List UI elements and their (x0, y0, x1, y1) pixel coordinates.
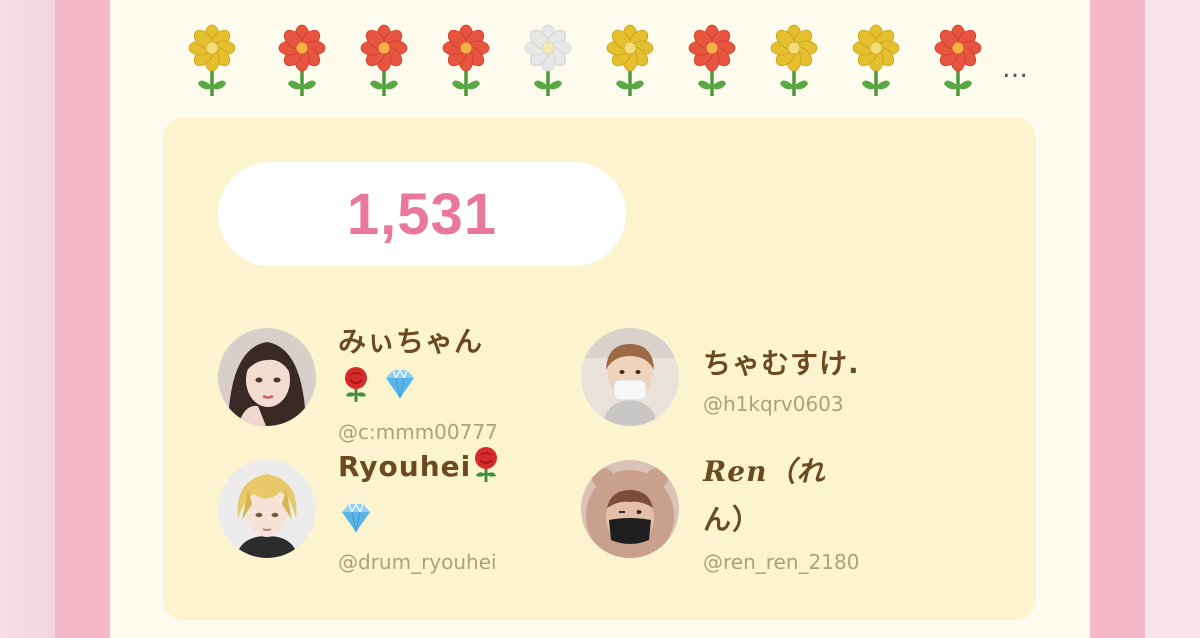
red-flower-icon (356, 22, 412, 102)
red-flower-icon (438, 22, 494, 102)
more-indicator[interactable]: … (1002, 54, 1030, 84)
user-handle[interactable]: @drum_ryouhei (338, 550, 497, 574)
user-card[interactable]: みぃちゃん @c:mmm00777 (218, 320, 538, 450)
user-name: ちゃむすけ. (703, 347, 860, 380)
rose-icon (338, 364, 374, 404)
badge-row (338, 364, 418, 404)
avatar[interactable] (218, 328, 316, 426)
page-background: … 1,531 みぃちゃん @c:mmm00777 ちゃむすけ. @h1kqrv… (0, 0, 1200, 638)
user-handle[interactable]: @c:mmm00777 (338, 420, 498, 444)
user-name-line2: ん） (703, 503, 762, 536)
white-flower-icon (520, 22, 576, 102)
user-card[interactable]: Ren（れ ん） @ren_ren_2180 (581, 450, 901, 580)
yellow-flower-icon (602, 22, 658, 102)
user-card[interactable]: ちゃむすけ. @h1kqrv0603 (581, 320, 901, 430)
user-name: みぃちゃん (338, 325, 484, 358)
avatar[interactable] (581, 460, 679, 558)
count-value: 1,531 (346, 181, 498, 247)
rose-icon (468, 444, 504, 484)
yellow-flower-icon (766, 22, 822, 102)
gem-icon (338, 498, 374, 538)
count-pill: 1,531 (218, 162, 626, 266)
supporters-panel: 1,531 みぃちゃん @c:mmm00777 ちゃむすけ. @h1kqrv06… (163, 118, 1036, 620)
gem-icon (382, 364, 418, 404)
yellow-flower-icon (848, 22, 904, 102)
red-flower-icon (274, 22, 330, 102)
user-name: Ryouhei (338, 450, 472, 483)
user-handle[interactable]: @h1kqrv0603 (703, 392, 844, 416)
red-flower-icon (684, 22, 740, 102)
avatar[interactable] (581, 328, 679, 426)
user-handle[interactable]: @ren_ren_2180 (703, 550, 859, 574)
avatar[interactable] (218, 460, 316, 558)
user-name-line1: Ren（れ (703, 455, 826, 488)
red-flower-icon (930, 22, 986, 102)
yellow-flower-icon (184, 22, 240, 102)
flower-row: … (180, 22, 1060, 102)
user-card[interactable]: Ryouhei @drum_ryouhei (218, 447, 538, 580)
